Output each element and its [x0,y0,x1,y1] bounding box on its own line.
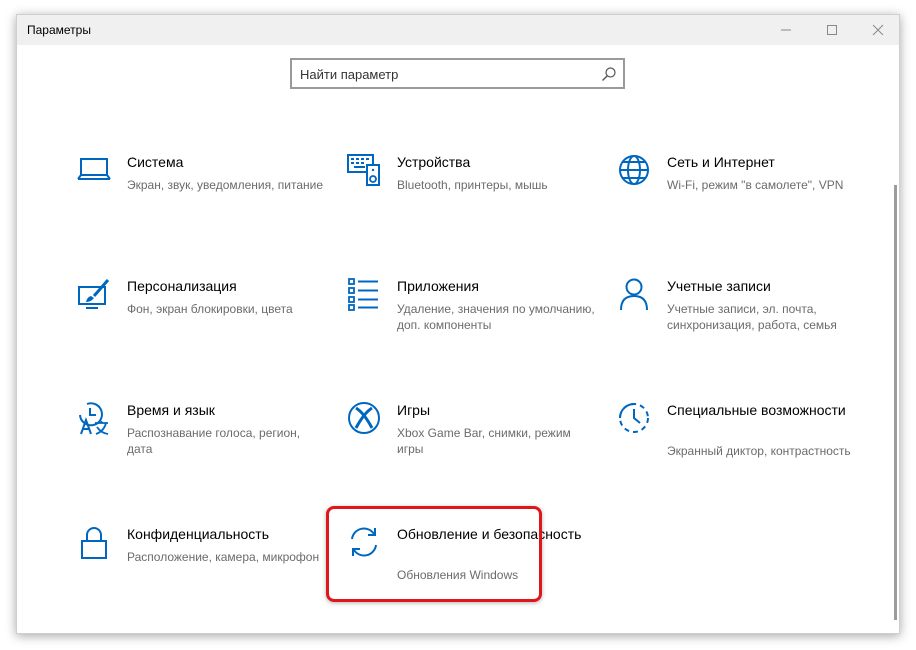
tile-network[interactable]: Сеть и Интернет Wi-Fi, режим "в самолете… [617,153,877,243]
tile-description: Wi-Fi, режим "в самолете", VPN [667,178,844,192]
tile-description: Удаление, значения по умолчанию, доп. ко… [397,302,595,332]
tile-description: Распознавание голоса, регион, дата [127,426,301,456]
tile-description: Xbox Game Bar, снимки, режим игры [397,426,571,456]
tile-title: Специальные возможности [667,402,846,418]
paintbrush-screen-icon [78,279,110,309]
tile-description: Учетные записи, эл. почта, синхронизация… [667,302,837,332]
tile-time-language[interactable]: Время и язык Распознавание голоса, регио… [77,401,337,491]
settings-window: Параметры Система Экран, звук, уведомлен… [16,14,900,634]
tile-accounts[interactable]: Учетные записи Учетные записи, эл. почта… [617,277,877,367]
tile-title: Персонализация [127,278,237,294]
maximize-icon [827,25,837,35]
search-input[interactable] [300,64,590,84]
tile-title: Приложения [397,278,479,294]
lock-icon [81,527,107,559]
tile-privacy[interactable]: Конфиденциальность Расположение, камера,… [77,525,337,615]
tile-title: Игры [397,402,431,418]
tile-personalization[interactable]: Персонализация Фон, экран блокировки, цв… [77,277,337,367]
highlight-frame [326,506,542,602]
tile-title: Устройства [397,154,471,170]
xbox-icon [348,402,380,434]
close-button[interactable] [855,15,901,45]
minimize-button[interactable] [763,15,809,45]
tile-description: Фон, экран блокировки, цвета [127,302,293,316]
apps-list-icon [348,278,378,311]
scrollbar[interactable] [894,185,897,620]
tile-apps[interactable]: Приложения Удаление, значения по умолчан… [347,277,607,367]
tile-gaming[interactable]: Игры Xbox Game Bar, снимки, режим игры [347,401,607,491]
title-bar: Параметры [17,15,899,45]
tile-description: Расположение, камера, микрофон [127,550,320,564]
keyboard-speaker-icon [347,154,380,186]
tile-description: Экран, звук, уведомления, питание [127,178,324,192]
maximize-button[interactable] [809,15,855,45]
tile-title: Конфиденциальность [127,526,270,542]
laptop-icon [77,158,111,180]
window-title: Параметры [27,23,91,37]
tile-devices[interactable]: Устройства Bluetooth, принтеры, мышь [347,153,607,243]
ease-of-access-icon [619,403,649,433]
tile-description: Bluetooth, принтеры, мышь [397,178,548,192]
tile-title: Сеть и Интернет [667,154,775,170]
tile-title: Система [127,154,184,170]
person-icon [620,278,648,311]
tile-accessibility[interactable]: Специальные возможности Экранный диктор,… [617,401,877,491]
tile-system[interactable]: Система Экран, звук, уведомления, питани… [77,153,337,243]
clock-language-icon [79,402,109,435]
search-icon[interactable] [601,66,617,82]
globe-icon [619,155,649,185]
tile-description: Экранный диктор, контрастность [667,444,851,458]
close-icon [872,24,884,36]
tile-title: Учетные записи [667,278,771,294]
search-box[interactable] [290,58,625,89]
minimize-icon [781,29,791,31]
tile-title: Время и язык [127,402,215,418]
